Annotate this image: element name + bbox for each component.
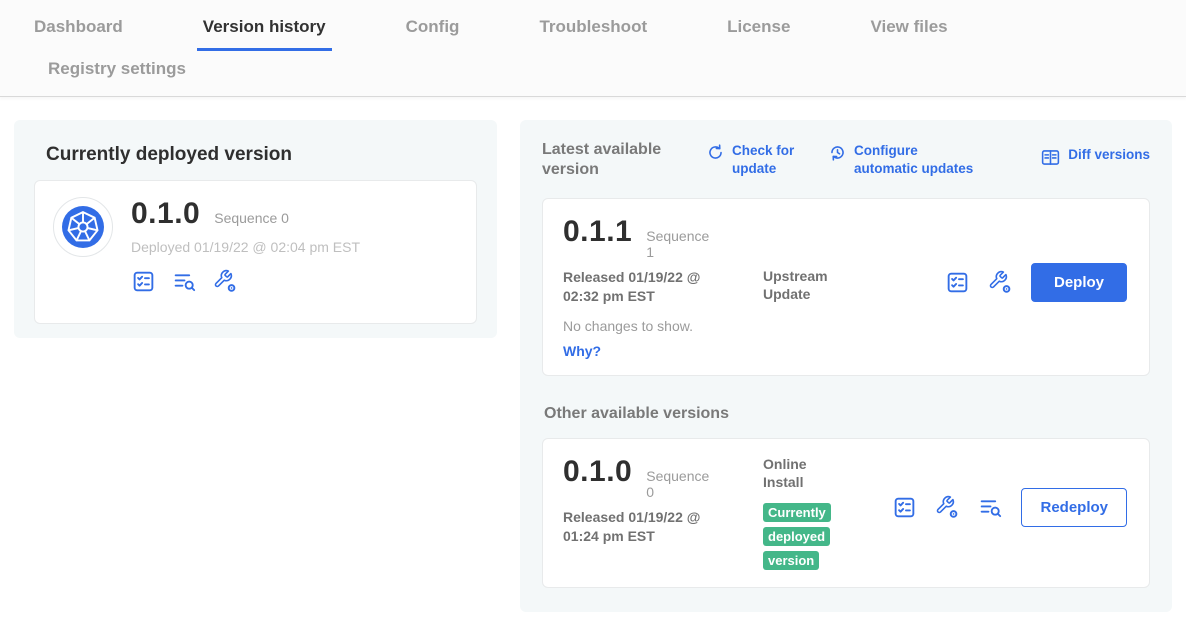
- diff-icon: [1040, 147, 1061, 168]
- kubernetes-icon: [53, 197, 113, 257]
- other-available-versions-title: Other available versions: [544, 404, 1150, 424]
- edit-config-icon[interactable]: [988, 270, 1013, 295]
- edit-config-icon[interactable]: [213, 269, 238, 294]
- refresh-icon: [706, 143, 725, 162]
- currently-deployed-panel: Currently deployed version: [14, 120, 497, 338]
- kots-admin-console: Dashboard Version history Config Trouble…: [0, 0, 1186, 640]
- diff-versions-label: Diff versions: [1068, 146, 1150, 168]
- other-version-actions: Redeploy: [892, 488, 1127, 527]
- preflight-checks-icon[interactable]: [892, 495, 917, 520]
- latest-version-card: 0.1.1 Sequence 1 Released 01/19/22 @ 02:…: [542, 198, 1150, 376]
- other-version-released: Released 01/19/22 @ 01:24 pm EST: [563, 508, 725, 546]
- other-version-source: Online Install Currently deployed versio…: [763, 455, 859, 573]
- deploy-logs-icon[interactable]: [172, 269, 197, 294]
- check-for-update-link[interactable]: Check for update: [706, 140, 802, 177]
- latest-version-details: 0.1.1 Sequence 1 Released 01/19/22 @ 02:…: [563, 215, 763, 306]
- configure-automatic-updates-link[interactable]: Configure automatic updates: [828, 140, 980, 177]
- other-version-card: 0.1.0 Sequence 0 Released 01/19/22 @ 01:…: [542, 438, 1150, 588]
- deployed-sequence: Sequence 0: [214, 210, 289, 226]
- tab-config[interactable]: Config: [400, 13, 466, 51]
- latest-version-header: Latest available version Check for updat…: [542, 140, 1150, 180]
- configure-automatic-updates-label: Configure automatic updates: [854, 142, 980, 177]
- nav-row-1: Dashboard Version history Config Trouble…: [0, 0, 1186, 51]
- top-navigation: Dashboard Version history Config Trouble…: [0, 0, 1186, 97]
- preflight-checks-icon[interactable]: [131, 269, 156, 294]
- deployed-date: Deployed 01/19/22 @ 02:04 pm EST: [131, 239, 360, 255]
- other-version-details: 0.1.0 Sequence 0 Released 01/19/22 @ 01:…: [563, 455, 763, 546]
- redeploy-button[interactable]: Redeploy: [1021, 488, 1127, 527]
- diff-versions-link[interactable]: Diff versions: [1040, 140, 1150, 168]
- tab-dashboard[interactable]: Dashboard: [28, 13, 129, 51]
- deployed-version-details: 0.1.0 Sequence 0 Deployed 01/19/22 @ 02:…: [131, 197, 360, 294]
- preflight-checks-icon[interactable]: [945, 270, 970, 295]
- currently-deployed-badge: Currently deployed version: [763, 501, 835, 573]
- latest-version-number: 0.1.1: [563, 215, 632, 249]
- other-version-number: 0.1.0: [563, 455, 632, 489]
- currently-deployed-title: Currently deployed version: [46, 144, 477, 166]
- deployed-version-card: 0.1.0 Sequence 0 Deployed 01/19/22 @ 02:…: [34, 180, 477, 324]
- latest-version-sequence: Sequence 1: [646, 228, 710, 260]
- no-changes-text: No changes to show.: [563, 318, 1127, 334]
- deploy-logs-icon[interactable]: [978, 495, 1003, 520]
- tab-view-files[interactable]: View files: [864, 13, 953, 51]
- deployed-version-number: 0.1.0: [131, 197, 200, 231]
- latest-version-source: Upstream Update: [763, 267, 859, 303]
- check-for-update-label: Check for update: [732, 142, 802, 177]
- tab-license[interactable]: License: [721, 13, 796, 51]
- schedule-refresh-icon: [828, 143, 847, 162]
- latest-version-actions: Deploy: [945, 263, 1127, 302]
- nav-row-2: Registry settings: [0, 51, 1186, 93]
- why-link[interactable]: Why?: [563, 343, 601, 359]
- tab-version-history[interactable]: Version history: [197, 13, 332, 51]
- version-history-panel: Latest available version Check for updat…: [520, 120, 1172, 612]
- other-version-sequence: Sequence 0: [646, 468, 710, 500]
- latest-version-title: Latest available version: [542, 140, 682, 180]
- latest-version-released: Released 01/19/22 @ 02:32 pm EST: [563, 268, 725, 306]
- edit-config-icon[interactable]: [935, 495, 960, 520]
- deployed-actions: [131, 269, 360, 294]
- tab-registry-settings[interactable]: Registry settings: [42, 51, 192, 93]
- deploy-button[interactable]: Deploy: [1031, 263, 1127, 302]
- tab-troubleshoot[interactable]: Troubleshoot: [533, 13, 653, 51]
